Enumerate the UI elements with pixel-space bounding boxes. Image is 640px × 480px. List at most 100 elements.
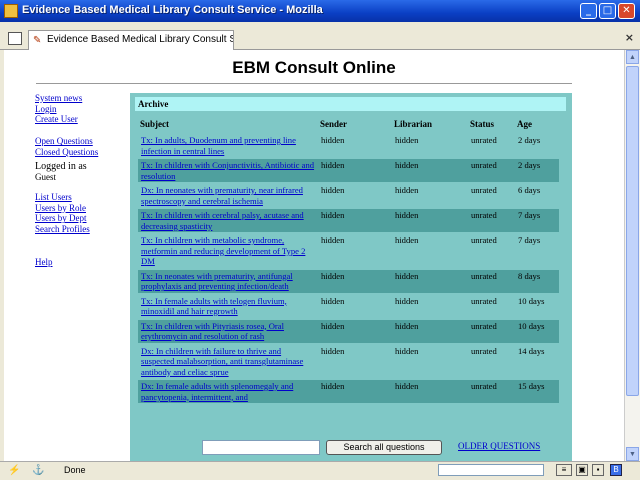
archive-table: Subject Sender Librarian Status Age Tx: … [138,115,559,405]
status-cell: unrated [468,209,515,232]
status-cell: unrated [468,159,515,182]
status-cell: unrated [468,269,515,293]
column-header-subject: Subject [140,119,169,129]
nav-users-by-dept[interactable]: Users by Dept [35,213,130,224]
nav-help[interactable]: Help [35,257,130,268]
search-all-questions-button[interactable]: Search all questions [326,440,442,455]
librarian-cell: hidden [392,209,468,232]
status-cell: unrated [471,135,497,145]
network-icon: ≡ [556,464,572,476]
subject-cell: Tx: In children with metabolic syndrome,… [138,234,318,268]
tab-label: Evidence Based Medical Library Consult S… [47,34,234,45]
librarian-cell: hidden [392,159,468,182]
lock-icon: ▣ [576,464,588,476]
table-row: Tx: In children with cerebral palsy, acu… [138,209,559,232]
close-window-button[interactable]: ✕ [618,3,635,19]
subject-cell: Tx: In neonates with prematurity, antifu… [138,269,318,293]
question-subject-link[interactable]: Tx: In female adults with telogen fluviu… [141,296,287,317]
age-cell: 7 days [515,209,559,232]
question-subject-link[interactable]: Dx: In neonates with prematurity, near i… [141,185,303,206]
sender-cell: hidden [318,159,392,182]
question-subject-link[interactable]: Tx: In children with cerebral palsy, acu… [141,210,304,231]
table-row: Tx: In neonates with prematurity, antifu… [138,269,559,293]
scrollbar-thumb[interactable] [626,66,639,396]
nav-create-user[interactable]: Create User [35,114,130,125]
blocker-icon: B [610,464,622,476]
age-cell: 6 days [518,185,541,195]
nav-search-profiles[interactable]: Search Profiles [35,224,130,235]
status-cell: unrated [468,319,515,343]
age-cell: 15 days [515,380,559,403]
archive-title: Archive [135,97,566,111]
nav-open-questions[interactable]: Open Questions [35,136,130,147]
nav-closed-questions[interactable]: Closed Questions [35,147,130,158]
status-cell: unrated [471,345,497,356]
librarian-cell: hidden [392,269,468,293]
librarian-cell: hidden [395,185,419,195]
mozilla-app-icon [4,4,18,18]
column-header-age: Age [517,119,532,129]
older-questions-link[interactable]: OLDER QUESTIONS [458,441,540,451]
status-cell: unrated [471,235,497,245]
tab-ebm-consult[interactable]: ✎ Evidence Based Medical Library Consult … [28,30,234,50]
librarian-cell: hidden [395,345,419,356]
question-subject-link[interactable]: Tx: In children with Pityriasis rosea, O… [141,321,284,342]
new-tab-icon[interactable] [8,32,22,45]
question-subject-link[interactable]: Tx: In adults, Duodenum and preventing l… [141,135,296,156]
logged-in-label: Logged in as [35,160,87,172]
subject-cell: Tx: In adults, Duodenum and preventing l… [138,134,318,157]
nav-login[interactable]: Login [35,104,130,115]
status-text: Done [64,465,86,475]
maximize-button[interactable]: □ [599,3,616,19]
archive-rows: Tx: In adults, Duodenum and preventing l… [138,134,559,403]
nav-list-users[interactable]: List Users [35,192,130,203]
window-title: Evidence Based Medical Library Consult S… [22,4,323,16]
scroll-up-arrow-icon[interactable]: ▲ [626,50,639,64]
nav-system-news[interactable]: System news [35,93,130,104]
librarian-cell: hidden [392,380,468,403]
page-favicon-icon: ✎ [33,35,42,46]
question-subject-link[interactable]: Tx: In neonates with prematurity, antifu… [141,271,293,292]
nav-users-by-role[interactable]: Users by Role [35,203,130,214]
sender-cell: hidden [321,295,345,306]
column-header-librarian: Librarian [394,119,433,129]
table-row: Tx: In female adults with telogen fluviu… [138,295,559,318]
page-title: EBM Consult Online [232,58,396,77]
table-row: Dx: In female adults with splenomegaly a… [138,380,559,403]
status-cell: unrated [471,185,497,195]
scroll-down-arrow-icon[interactable]: ▼ [626,447,639,461]
search-input[interactable] [202,440,320,455]
offline-icon[interactable]: ⚡ [8,465,20,476]
age-cell: 8 days [515,269,559,293]
table-row: Dx: In neonates with prematurity, near i… [138,184,559,207]
question-subject-link[interactable]: Tx: In children with Conjunctivitis, Ant… [141,160,314,181]
minimize-button[interactable]: _ [580,3,597,19]
age-cell: 10 days [515,319,559,343]
sender-cell: hidden [318,380,392,403]
age-cell: 10 days [518,295,545,306]
table-row: Tx: In adults, Duodenum and preventing l… [138,134,559,157]
close-tab-icon[interactable]: × [625,31,634,44]
question-subject-link[interactable]: Dx: In children with failure to thrive a… [141,346,303,377]
progress-box [438,464,544,476]
window-title-bar[interactable]: Evidence Based Medical Library Consult S… [0,0,640,22]
logged-in-user: Guest [35,172,56,183]
table-row: Tx: In children with Pityriasis rosea, O… [138,319,559,343]
table-row: Tx: In children with Conjunctivitis, Ant… [138,159,559,182]
age-cell: 14 days [518,345,545,356]
sender-cell: hidden [318,319,392,343]
subject-cell: Dx: In neonates with prematurity, near i… [138,184,318,207]
question-subject-link[interactable]: Tx: In children with metabolic syndrome,… [141,235,305,266]
sender-cell: hidden [321,185,345,195]
status-bar: ⚡ ⚓ Done ≡ ▣ ▪ B [0,461,640,480]
tab-bar: ✎ Evidence Based Medical Library Consult … [0,28,640,50]
sender-cell: hidden [318,209,392,232]
sender-cell: hidden [321,135,345,145]
question-subject-link[interactable]: Dx: In female adults with splenomegaly a… [141,381,293,402]
navigator-icon[interactable]: ⚓ [32,465,44,476]
sender-cell: hidden [318,269,392,293]
subject-cell: Tx: In female adults with telogen fluviu… [138,295,318,318]
vertical-scrollbar[interactable]: ▲ ▼ [624,50,640,461]
subject-cell: Tx: In children with Conjunctivitis, Ant… [138,159,318,182]
status-cell: unrated [468,380,515,403]
